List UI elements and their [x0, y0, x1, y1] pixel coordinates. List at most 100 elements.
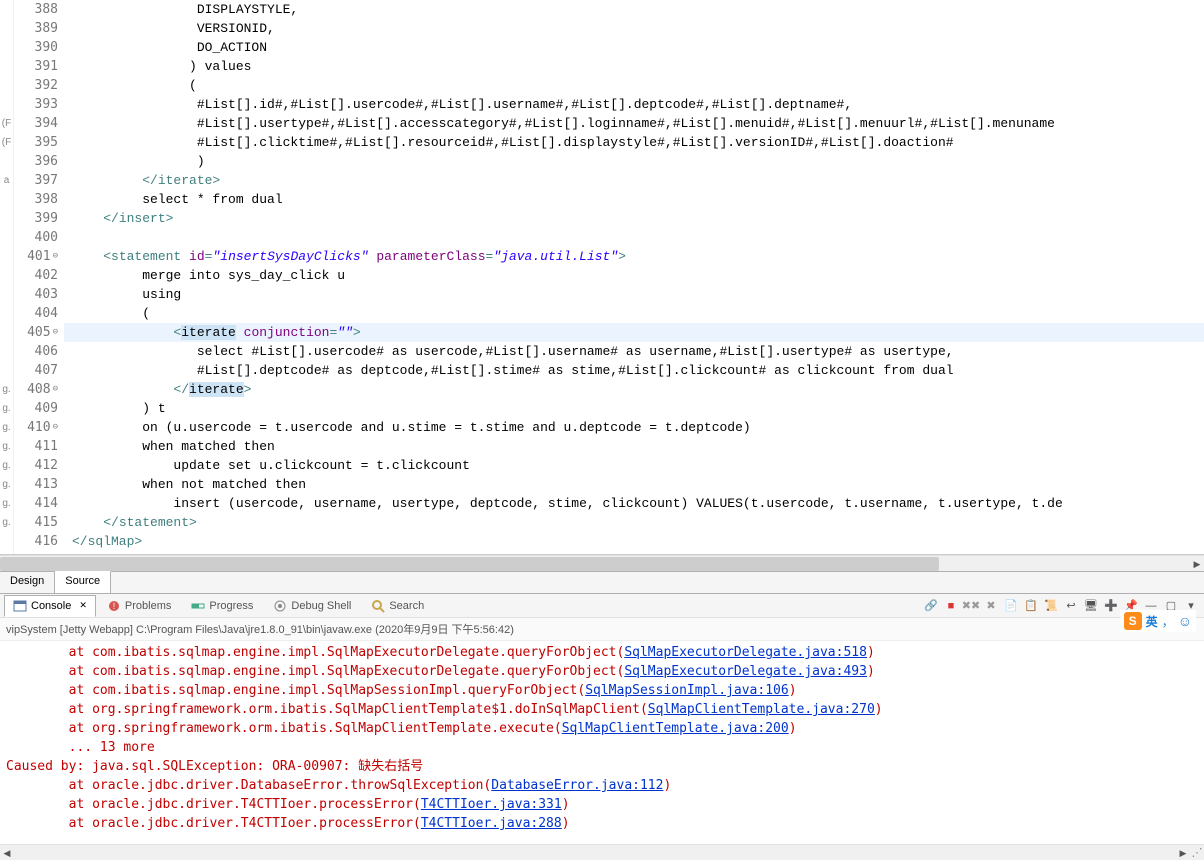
new-console-button[interactable]: ➕ [1102, 597, 1120, 615]
stacktrace-link[interactable]: DatabaseError.java:112 [491, 778, 663, 793]
doc-a-button[interactable]: 📄 [1002, 597, 1020, 615]
fold-toggle-icon[interactable]: ⊖ [53, 247, 58, 266]
tab-console[interactable]: Console✕ [4, 595, 96, 617]
ime-indicator[interactable]: S 英 ， ☺ [1120, 610, 1196, 632]
code-line[interactable]: update set u.clickcount = t.clickcount [72, 456, 1204, 475]
line-number[interactable]: 401⊖ [14, 247, 58, 266]
line-number[interactable]: 398 [14, 190, 58, 209]
stacktrace-link[interactable]: T4CTTIoer.java:288 [421, 816, 562, 831]
editor-horizontal-scrollbar[interactable]: ◀ ▶ [0, 555, 1204, 571]
resize-grip-icon[interactable]: ⋰ [1190, 845, 1204, 859]
code-line[interactable]: VERSIONID, [72, 19, 1204, 38]
stacktrace-link[interactable]: SqlMapExecutorDelegate.java:518 [624, 645, 867, 660]
wrap-button[interactable]: ↩ [1062, 597, 1080, 615]
remove-button[interactable]: ✖ [982, 597, 1000, 615]
tab-problems[interactable]: !Problems [98, 595, 180, 617]
code-line[interactable]: #List[].clicktime#,#List[].resourceid#,#… [72, 133, 1204, 152]
line-number[interactable]: 392 [14, 76, 58, 95]
line-number[interactable]: 389 [14, 19, 58, 38]
code-line[interactable]: when not matched then [72, 475, 1204, 494]
ime-lang[interactable]: 英 [1146, 613, 1158, 630]
line-number[interactable]: 400 [14, 228, 58, 247]
link-button[interactable]: 🔗 [922, 597, 940, 615]
fold-toggle-icon[interactable]: ⊖ [53, 418, 58, 437]
scroll-left-icon[interactable]: ◀ [0, 846, 14, 860]
console-output[interactable]: at com.ibatis.sqlmap.engine.impl.SqlMapE… [0, 641, 1204, 844]
code-line[interactable]: ) t [72, 399, 1204, 418]
fold-toggle-icon[interactable]: ⊖ [53, 380, 58, 399]
stacktrace-link[interactable]: SqlMapClientTemplate.java:270 [648, 702, 875, 717]
fold-toggle-icon[interactable]: ⊖ [53, 323, 58, 342]
code-line[interactable]: <statement id="insertSysDayClicks" param… [72, 247, 1204, 266]
stacktrace-link[interactable]: SqlMapSessionImpl.java:106 [585, 683, 789, 698]
line-number[interactable]: 407 [14, 361, 58, 380]
scrollbar-thumb[interactable] [0, 557, 939, 571]
tab-source[interactable]: Source [55, 571, 111, 593]
code-line[interactable]: </insert> [72, 209, 1204, 228]
line-number[interactable]: 403 [14, 285, 58, 304]
line-number[interactable]: 404 [14, 304, 58, 323]
scroll-right-icon[interactable]: ▶ [1176, 846, 1190, 860]
line-number[interactable]: 411 [14, 437, 58, 456]
code-line[interactable]: insert (usercode, username, usertype, de… [72, 494, 1204, 513]
stacktrace-link[interactable]: SqlMapClientTemplate.java:200 [562, 721, 789, 736]
code-line[interactable]: </sqlMap> [72, 532, 1204, 551]
line-number[interactable]: 413 [14, 475, 58, 494]
code-line[interactable]: ( [72, 304, 1204, 323]
line-number[interactable]: 408⊖ [14, 380, 58, 399]
line-number[interactable]: 412 [14, 456, 58, 475]
line-number[interactable]: 397 [14, 171, 58, 190]
line-number[interactable]: 399 [14, 209, 58, 228]
code-line[interactable]: <iterate conjunction=""> [64, 323, 1204, 342]
ime-punct[interactable]: ， [1162, 613, 1174, 630]
line-number[interactable]: 402 [14, 266, 58, 285]
code-line[interactable]: ( [72, 76, 1204, 95]
code-content[interactable]: DISPLAYSTYLE, VERSIONID, DO_ACTION ) val… [64, 0, 1204, 551]
code-line[interactable]: </iterate> [72, 380, 1204, 399]
line-number[interactable]: 405⊖ [14, 323, 58, 342]
code-line[interactable]: #List[].id#,#List[].usercode#,#List[].us… [72, 95, 1204, 114]
remove-all-button[interactable]: ✖✖ [962, 597, 980, 615]
code-line[interactable]: select #List[].usercode# as usercode,#Li… [72, 342, 1204, 361]
line-number[interactable]: 396 [14, 152, 58, 171]
line-number[interactable]: 410⊖ [14, 418, 58, 437]
line-number[interactable]: 394 [14, 114, 58, 133]
scroll-lock-button[interactable]: 📜 [1042, 597, 1060, 615]
tab-design[interactable]: Design [0, 572, 55, 593]
code-viewport[interactable]: DISPLAYSTYLE, VERSIONID, DO_ACTION ) val… [64, 0, 1204, 554]
console-horizontal-scrollbar[interactable]: ◀ ▶ ⋰ [0, 844, 1204, 860]
tab-progress[interactable]: Progress [182, 595, 262, 617]
line-number[interactable]: 391 [14, 57, 58, 76]
ime-logo-icon[interactable]: S [1124, 612, 1142, 630]
line-number[interactable]: 390 [14, 38, 58, 57]
line-number[interactable]: 414 [14, 494, 58, 513]
stacktrace-link[interactable]: SqlMapExecutorDelegate.java:493 [624, 664, 867, 679]
code-line[interactable]: </statement> [72, 513, 1204, 532]
code-line[interactable]: merge into sys_day_click u [72, 266, 1204, 285]
code-line[interactable]: DISPLAYSTYLE, [72, 0, 1204, 19]
code-line[interactable]: </iterate> [72, 171, 1204, 190]
code-line[interactable]: select * from dual [72, 190, 1204, 209]
console-view-button[interactable]: 🖥 [1082, 597, 1100, 615]
line-number[interactable]: 393 [14, 95, 58, 114]
close-icon[interactable]: ✕ [79, 600, 87, 611]
scroll-right-icon[interactable]: ▶ [1190, 557, 1204, 571]
line-number[interactable]: 415 [14, 513, 58, 532]
code-line[interactable]: #List[].usertype#,#List[].accesscategory… [72, 114, 1204, 133]
code-line[interactable] [72, 228, 1204, 247]
code-line[interactable]: #List[].deptcode# as deptcode,#List[].st… [72, 361, 1204, 380]
code-line[interactable]: DO_ACTION [72, 38, 1204, 57]
code-line[interactable]: ) values [72, 57, 1204, 76]
line-number[interactable]: 406 [14, 342, 58, 361]
code-line[interactable]: ) [72, 152, 1204, 171]
ime-smile-icon[interactable]: ☺ [1178, 613, 1192, 629]
doc-b-button[interactable]: 📋 [1022, 597, 1040, 615]
code-line[interactable]: using [72, 285, 1204, 304]
stop-button[interactable]: ■ [942, 597, 960, 615]
tab-search[interactable]: Search [362, 595, 433, 617]
line-number[interactable]: 409 [14, 399, 58, 418]
tab-debug[interactable]: Debug Shell [264, 595, 360, 617]
line-number[interactable]: 416 [14, 532, 58, 551]
line-number-gutter[interactable]: 3883893903913923933943953963973983994004… [14, 0, 64, 554]
line-number[interactable]: 388 [14, 0, 58, 19]
